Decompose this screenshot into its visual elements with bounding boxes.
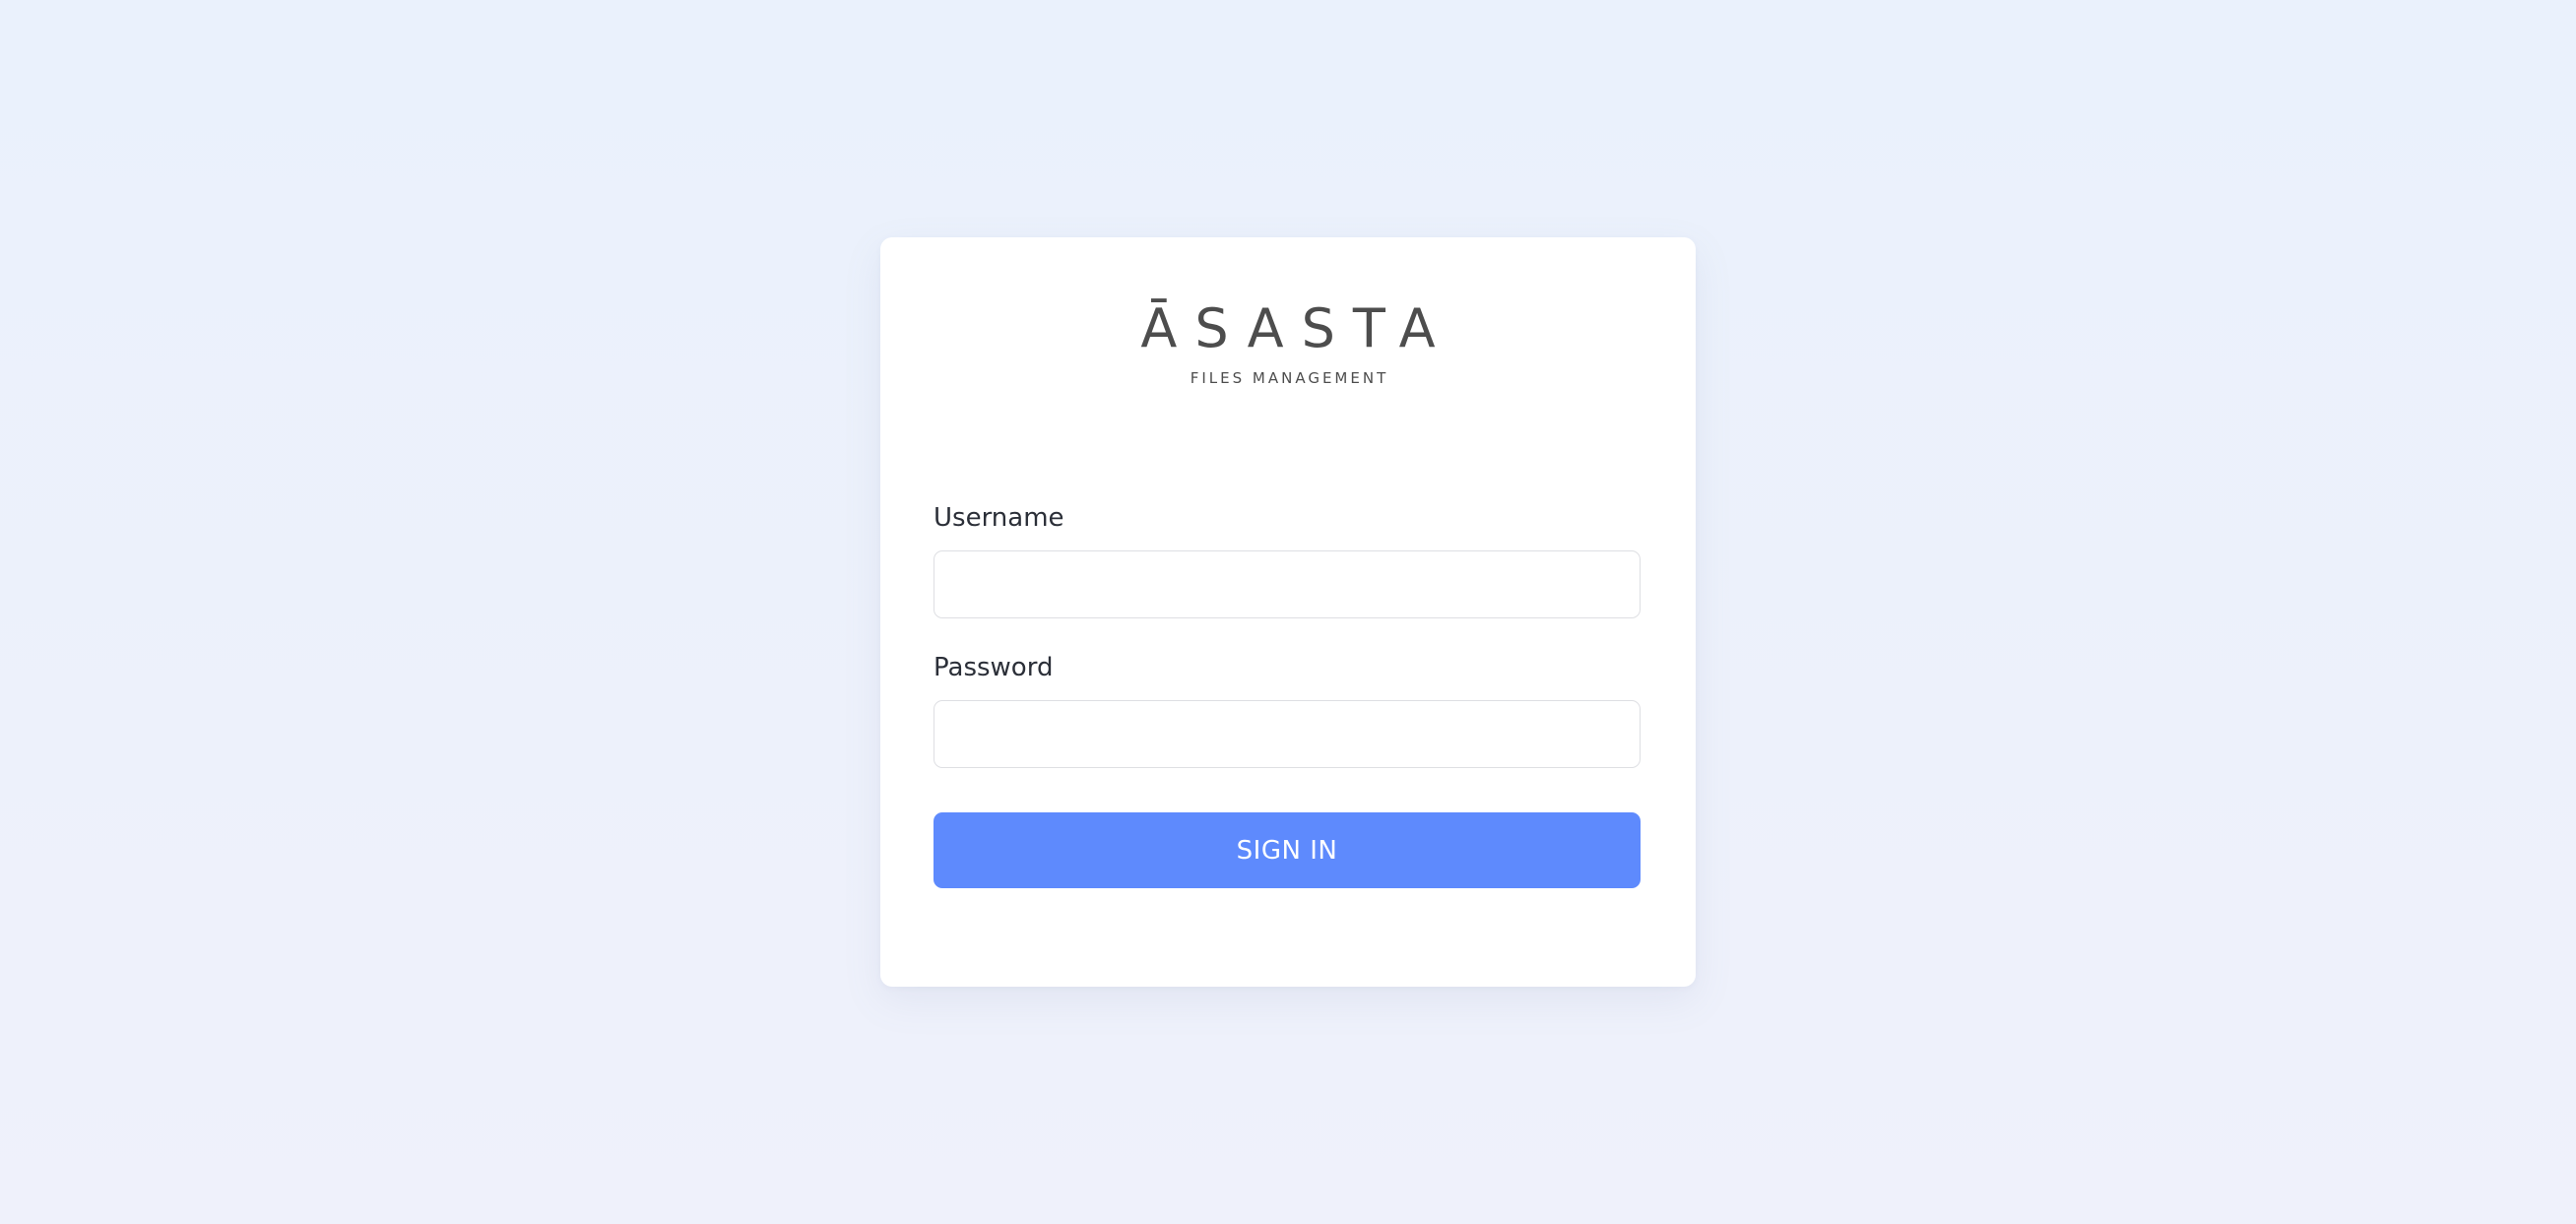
username-label: Username [934, 503, 1064, 533]
password-label: Password [934, 653, 1054, 682]
login-card: ĀSASTA FILES MANAGEMENT Username Passwor… [880, 237, 1696, 987]
brand-logo: ĀSASTA FILES MANAGEMENT [880, 297, 1696, 388]
brand-name: ĀSASTA [1140, 297, 1453, 359]
password-input[interactable] [934, 700, 1641, 768]
username-input[interactable] [934, 550, 1641, 618]
sign-in-button[interactable]: SIGN IN [934, 812, 1641, 888]
brand-tagline: FILES MANAGEMENT [1190, 369, 1389, 387]
